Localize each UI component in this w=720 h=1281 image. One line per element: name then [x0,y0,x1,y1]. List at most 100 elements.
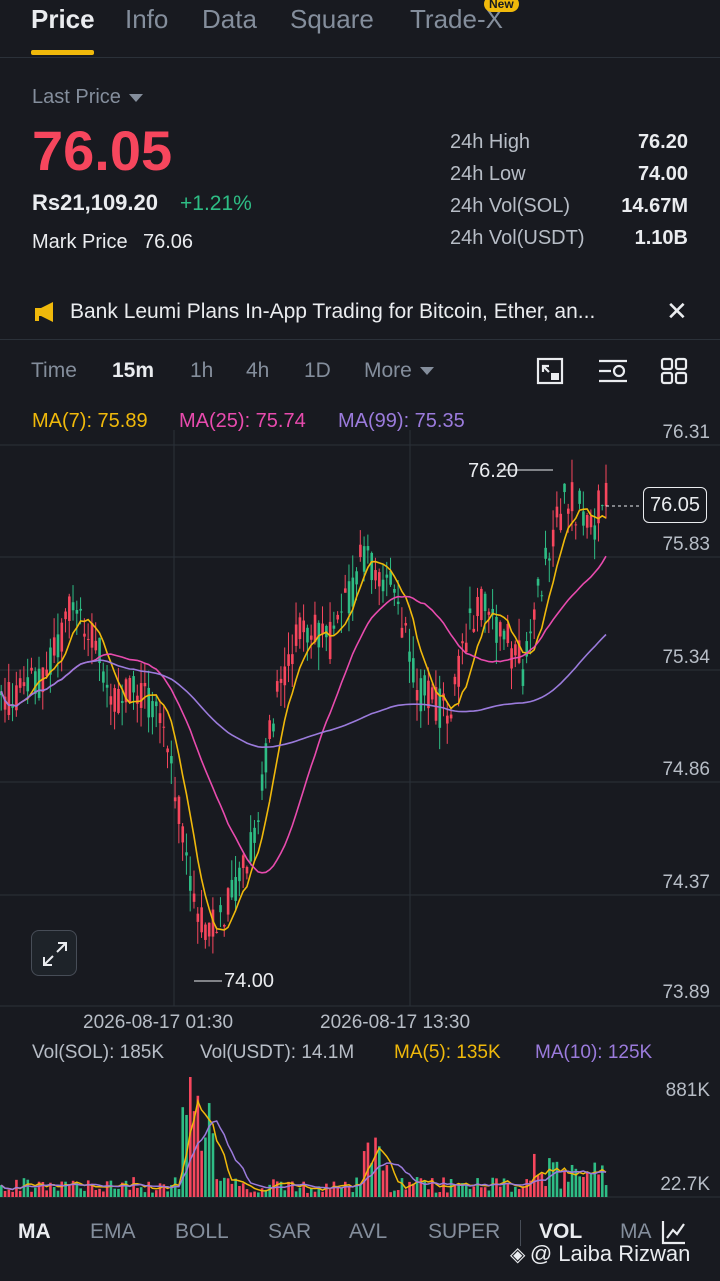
tab-price[interactable]: Price [31,4,95,35]
chart-type-icon[interactable] [536,357,564,385]
candle [419,678,423,712]
candle [430,687,434,700]
candle [480,588,483,621]
candle [589,515,593,528]
volume-bar [158,1183,162,1197]
new-badge: New [484,0,519,12]
tab-data[interactable]: Data [202,4,257,35]
volume-bar [230,1183,234,1197]
vol-ma10-legend: MA(10): 125K [535,1042,653,1063]
volume-bar [154,1190,158,1197]
candle [219,905,222,913]
candle [302,620,305,633]
volume-bar [3,1190,7,1197]
candle [457,655,460,687]
grid-layout-icon[interactable] [660,357,688,385]
candle [98,637,101,663]
interval-more[interactable]: More [364,359,434,383]
indicator-sar[interactable]: SAR [268,1220,311,1244]
volume-bar [102,1191,105,1197]
indicator-ema[interactable]: EMA [90,1220,136,1244]
volume-bar [472,1186,476,1197]
indicator-boll[interactable]: BOLL [175,1220,229,1244]
candle [257,820,260,822]
volume-bar [211,1133,215,1197]
low-marker-label: 74.00 [224,970,275,992]
volume-bar [498,1186,502,1197]
stat-24h-vol-usdt-value: 1.10B [634,227,688,249]
volume-bar [306,1192,309,1197]
volume-bar [298,1187,302,1197]
candle [275,681,279,692]
fullscreen-button[interactable] [31,930,77,976]
indicator-super[interactable]: SUPER [428,1220,500,1244]
caret-down-icon [128,93,143,102]
volume-bar [124,1180,128,1197]
candle [495,616,498,643]
candle [544,547,547,559]
candle [351,577,355,607]
indicator-ma[interactable]: MA [18,1220,51,1244]
volume-bar [570,1164,574,1197]
volume-bar [359,1184,362,1197]
candle [359,544,362,558]
candle [412,658,415,683]
interval-1h[interactable]: 1h [190,359,213,383]
interval-4h[interactable]: 4h [246,359,269,383]
candle [71,602,75,611]
volume-bar [60,1181,64,1197]
candle [22,682,26,687]
candle [223,924,226,927]
candle [532,609,536,620]
candle [207,922,211,937]
interval-1d[interactable]: 1D [304,359,331,383]
volume-bar [495,1178,498,1197]
candle [362,546,366,572]
volume-bar [582,1176,585,1197]
candle [30,667,33,671]
candle [483,593,487,612]
candle [181,826,185,843]
candle [498,622,502,637]
last-price-dropdown[interactable]: Last Price [32,86,143,109]
volume-bar [325,1183,328,1197]
candle [468,608,472,614]
volume-bar [555,1161,559,1197]
volume-bar [98,1188,101,1197]
indicator-avl[interactable]: AVL [349,1220,387,1244]
current-price-tag: 76.05 [643,487,707,523]
volume-bar [343,1181,347,1197]
price-axis-label: 74.86 [662,759,710,780]
close-icon[interactable]: ✕ [666,296,688,327]
stat-24h-high-label: 24h High [450,131,531,153]
volume-bar [30,1191,33,1197]
volume-bar [510,1191,513,1197]
volume-bar [340,1187,343,1197]
indicator-settings-icon[interactable] [597,357,629,385]
candle [400,627,404,638]
news-banner[interactable]: Bank Leumi Plans In-App Trading for Bitc… [0,284,720,340]
candle [245,866,249,874]
interval-time[interactable]: Time [31,359,77,383]
volume-bar [181,1107,185,1197]
candle [328,621,332,660]
tab-info[interactable]: Info [125,4,168,35]
candle [83,633,86,637]
volume-chart [0,1077,720,1198]
volume-bar [567,1181,570,1197]
price-axis-label: 75.34 [662,647,710,668]
volume-bar [7,1189,11,1197]
volume-bar [45,1190,48,1197]
candle [102,671,105,683]
candle [272,723,275,732]
stat-24h-low-value: 74.00 [637,163,688,185]
volume-bar [400,1178,404,1197]
candle [75,610,79,614]
interval-15m[interactable]: 15m [112,359,154,383]
tab-square[interactable]: Square [290,4,374,35]
candlestick-chart[interactable] [0,430,720,1010]
watermark: ◈ @ Laiba Rizwan [510,1241,690,1267]
candle [86,638,90,640]
candle [487,611,491,615]
candle [241,855,245,868]
